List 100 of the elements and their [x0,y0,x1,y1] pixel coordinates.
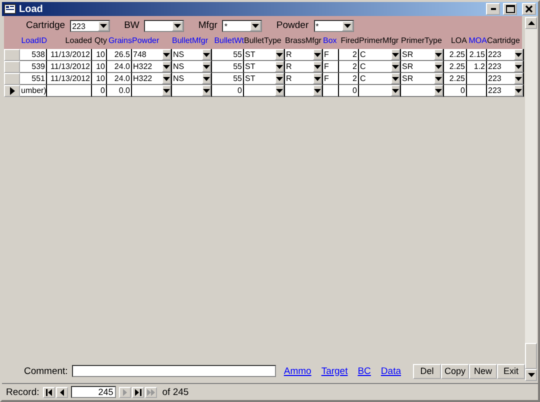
combo-cell[interactable]: H322 [132,61,172,73]
table-cell[interactable]: 2.25 [444,61,467,73]
combo-cell[interactable]: R [285,73,323,85]
comment-label: Comment: [24,366,68,376]
scrollbar-thumb[interactable] [525,343,537,369]
dropdown-arrow-icon [252,24,260,28]
filter-combo[interactable]: 223 [70,20,110,32]
table-cell[interactable]: 2 [339,61,359,73]
dropdown-arrow-icon [392,52,399,56]
close-button[interactable] [522,3,536,15]
combo-cell[interactable]: SR [401,73,444,85]
action-button[interactable]: Exit [497,364,525,378]
combo-cell[interactable]: ST [244,49,285,61]
table-cell[interactable]: 24.0 [107,73,132,85]
combo-cell[interactable]: 223 [487,61,524,73]
next-icon [123,388,128,396]
combo-cell[interactable]: C [359,49,401,61]
combo-cell[interactable]: NS [172,49,212,61]
dropdown-arrow-icon [163,52,170,56]
combo-cell[interactable]: R [285,49,323,61]
table-cell[interactable]: 0 [444,85,467,97]
action-button[interactable]: Copy [441,364,469,378]
combo-cell[interactable] [285,85,323,97]
combo-cell[interactable] [132,85,172,97]
combo-cell[interactable]: 748 [132,49,172,61]
table-cell[interactable]: 2.25 [444,49,467,61]
last-record-button[interactable] [132,386,144,398]
dropdown-arrow-icon [392,88,399,92]
table-cell[interactable]: 0 [92,85,107,97]
table-cell[interactable] [467,85,487,97]
combo-cell[interactable]: R [285,61,323,73]
table-cell[interactable] [467,73,487,85]
table-cell[interactable]: 55 [212,73,244,85]
table-cell[interactable]: 2.15 [467,49,487,61]
table-cell[interactable] [47,85,92,97]
dropdown-arrow-icon [435,52,442,56]
table-cell[interactable]: 2.25 [444,73,467,85]
table-cell[interactable]: 538 [20,49,47,61]
table-cell[interactable]: 0 [339,85,359,97]
table-cell[interactable]: 55 [212,61,244,73]
table-cell[interactable]: 11/13/2012 [47,73,92,85]
dropdown-arrow-icon [276,52,283,56]
table-cell[interactable] [323,85,339,97]
table-cell[interactable]: 10 [92,73,107,85]
combo-cell[interactable] [359,85,401,97]
comment-field[interactable] [72,365,276,377]
dropdown-arrow-icon [314,88,321,92]
previous-record-button[interactable] [56,386,68,398]
combo-cell[interactable] [244,85,285,97]
table-cell[interactable]: 26.5 [107,49,132,61]
combo-cell[interactable]: SR [401,49,444,61]
combo-cell[interactable]: 223 [487,49,524,61]
filter-combo[interactable]: * [222,20,262,32]
filter-combo[interactable] [144,20,184,32]
record-selector[interactable] [4,85,20,97]
form-link[interactable]: Ammo [284,366,312,376]
form-link[interactable]: BC [358,366,371,376]
table-cell[interactable]: umber) [20,85,47,97]
combo-cell[interactable] [172,85,212,97]
combo-cell[interactable]: C [359,73,401,85]
table-cell[interactable]: 0 [212,85,244,97]
vertical-scrollbar[interactable] [525,17,537,381]
table-cell[interactable]: 10 [92,61,107,73]
table-cell[interactable]: 55 [212,49,244,61]
table-cell[interactable]: 2 [339,49,359,61]
last-record-icon [134,388,142,396]
combo-cell[interactable]: ST [244,61,285,73]
action-button[interactable]: Del [413,364,441,378]
action-button[interactable]: New [469,364,497,378]
table-cell[interactable]: 10 [92,49,107,61]
combo-cell[interactable]: SR [401,61,444,73]
minimize-icon [490,8,496,10]
column-header: BulletWt [213,36,244,46]
table-cell[interactable]: 11/13/2012 [47,49,92,61]
table-cell[interactable]: 11/13/2012 [47,61,92,73]
minimize-button[interactable] [486,3,500,15]
table-cell[interactable]: 0.0 [107,85,132,97]
combo-cell[interactable]: NS [172,73,212,85]
first-record-button[interactable] [43,386,56,398]
combo-cell[interactable]: ST [244,73,285,85]
form-link[interactable]: Data [380,366,401,376]
record-number-field[interactable]: 245 [71,386,116,398]
combo-cell[interactable]: C [359,61,401,73]
table-cell[interactable]: 539 [20,61,47,73]
table-cell[interactable]: F [323,73,339,85]
table-cell[interactable]: 1.2 [467,61,487,73]
table-cell[interactable]: 2 [339,73,359,85]
combo-cell[interactable]: 223 [487,85,524,97]
dropdown-arrow-icon [435,64,442,68]
filter-combo[interactable]: * [314,20,354,32]
table-cell[interactable]: 551 [20,73,47,85]
table-cell[interactable]: F [323,49,339,61]
combo-cell[interactable]: NS [172,61,212,73]
combo-cell[interactable]: 223 [487,73,524,85]
maximize-button[interactable] [503,3,517,15]
table-cell[interactable]: 24.0 [107,61,132,73]
table-cell[interactable]: F [323,61,339,73]
combo-cell[interactable] [401,85,444,97]
combo-cell[interactable]: H322 [132,73,172,85]
form-link[interactable]: Target [321,366,348,376]
